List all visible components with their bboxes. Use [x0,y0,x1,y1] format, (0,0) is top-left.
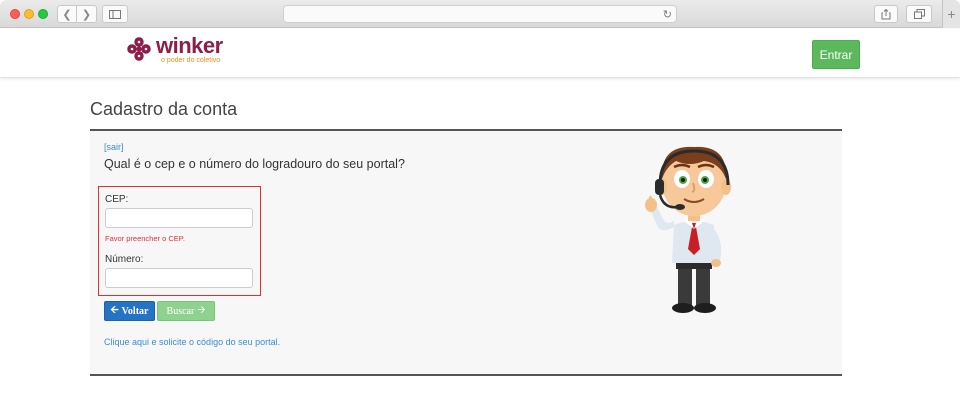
close-window-button[interactable] [10,9,20,19]
site-header: winker o poder do coletivo Entrar [0,29,960,78]
winker-logo[interactable]: winker o poder do coletivo [126,35,223,64]
exit-link[interactable]: [sair] [104,142,124,152]
logo-text: winker o poder do coletivo [156,33,223,65]
arrow-right-icon: 🡪 [197,304,206,316]
chevron-left-icon: ❮ [62,8,72,21]
numero-label: Número: [105,254,144,265]
reload-icon[interactable]: ↻ [663,8,672,21]
address-bar[interactable]: ↻ [283,5,677,23]
form-question: Qual é o cep e o número do logradouro do… [104,157,405,171]
cep-input[interactable] [105,208,253,228]
tabs-icon [913,9,925,19]
browser-toolbar: ❮ ❯ ↻ + [0,0,960,28]
minimize-window-button[interactable] [24,9,34,19]
browser-window: ❮ ❯ ↻ + winker o poder do coletivo Entra… [0,0,960,413]
tabs-button[interactable] [906,5,932,23]
forward-button[interactable]: ❯ [77,5,97,23]
winker-logo-icon [127,37,151,61]
login-button[interactable]: Entrar [812,40,860,69]
sidebar-toggle-button[interactable] [102,5,128,23]
zoom-window-button[interactable] [38,9,48,19]
numero-input[interactable] [105,268,253,288]
back-button[interactable]: ❮ [57,5,77,23]
address-form-group: CEP: Favor preencher o CEP. Número: [98,186,261,296]
request-code-link[interactable]: Clique aqui e solicite o código do seu p… [104,337,280,347]
plus-icon: + [947,6,956,22]
logo-word: winker [156,33,223,58]
search-button[interactable]: Buscar 🡪 [157,301,215,321]
registration-card: [sair] Qual é o cep e o número do lograd… [90,129,842,376]
support-agent-illustration [645,146,731,313]
share-button[interactable] [874,5,898,23]
cep-label: CEP: [105,194,129,205]
logo-tagline: o poder do coletivo [161,57,221,64]
page-title: Cadastro da conta [90,99,238,119]
sidebar-icon [109,9,121,19]
arrow-left-icon: 🡨 [110,304,119,316]
search-button-label: Buscar [166,305,195,317]
share-icon [881,8,891,19]
back-form-button[interactable]: 🡨 Voltar [104,301,155,321]
new-tab-button[interactable]: + [942,0,960,28]
cep-error-message: Favor preencher o CEP. [105,234,185,243]
back-form-label: Voltar [121,305,149,317]
chevron-right-icon: ❯ [81,8,92,21]
